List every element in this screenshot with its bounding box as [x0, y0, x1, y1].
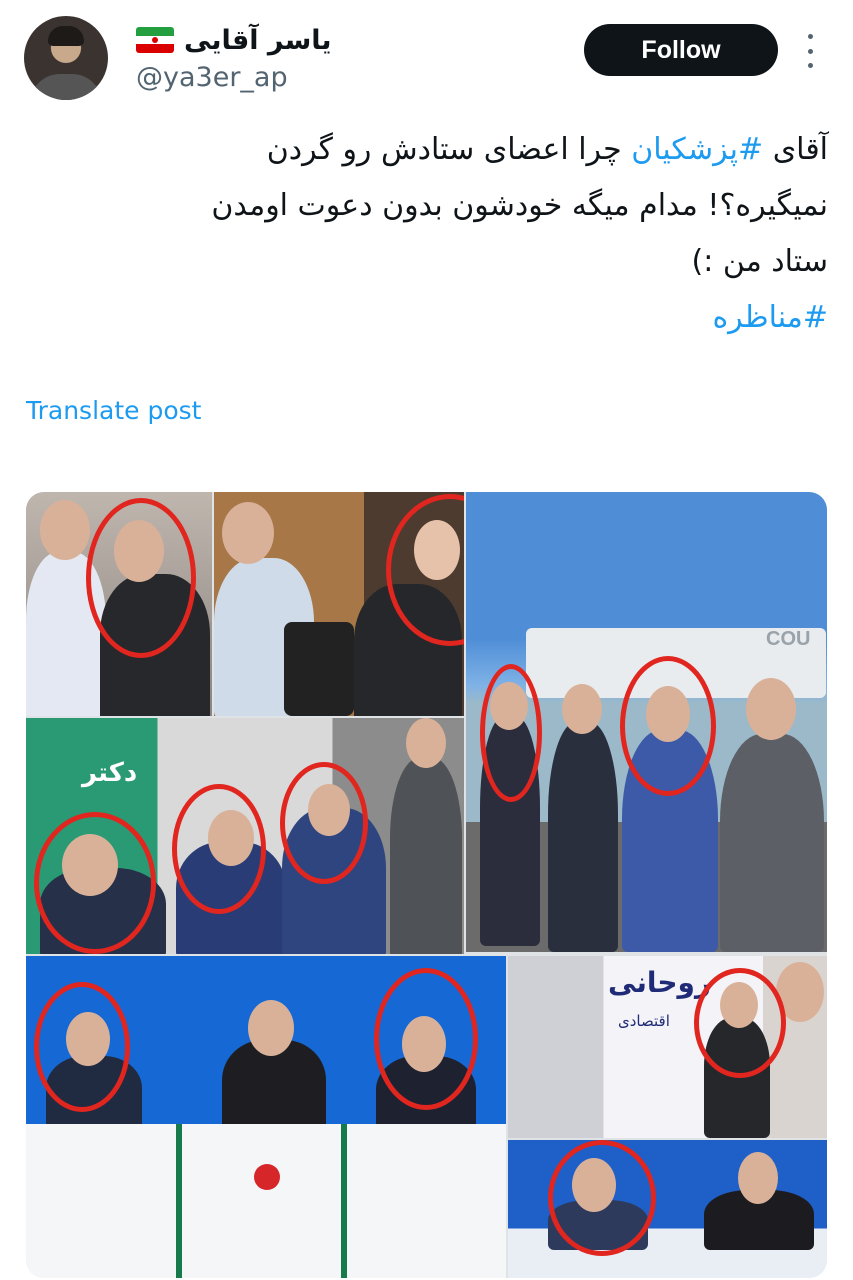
user-name-row[interactable]: یاسر آقایی	[136, 22, 332, 58]
photo-rouhani-event: روحانی اقتصادی	[508, 956, 827, 1138]
highlight-circle	[34, 982, 130, 1112]
photo-debate-seated	[508, 1140, 827, 1278]
follow-button[interactable]: Follow	[584, 24, 778, 76]
photo-bus-group: COU	[466, 492, 827, 952]
highlight-circle	[548, 1140, 656, 1256]
translate-post-link[interactable]: Translate post	[26, 396, 201, 425]
tweet-text-segment: آقای	[763, 132, 828, 167]
avatar-shirt	[30, 74, 102, 100]
avatar[interactable]	[24, 16, 108, 100]
tweet-line-2: نمیگیره؟! مدام میگه خودشون بدون دعوت اوم…	[211, 188, 828, 223]
tweet-line-3: ستاد من :)	[691, 244, 828, 279]
display-name[interactable]: یاسر آقایی	[184, 25, 332, 56]
banner-text: روحانی	[608, 966, 712, 999]
highlight-circle	[620, 656, 716, 796]
highlight-circle	[86, 498, 196, 658]
media-collage[interactable]: COU دکتر روحانی اقتصادی	[26, 492, 827, 1278]
photo-debate-stage	[26, 956, 506, 1278]
more-vertical-icon[interactable]	[798, 34, 822, 68]
highlight-circle	[480, 664, 542, 802]
tweet-text: آقای #پزشکیان چرا اعضای ستادش رو گردن نم…	[70, 122, 828, 346]
highlight-circle	[374, 968, 478, 1110]
bus-sign: COU	[766, 628, 811, 650]
photo-campaign-office: دکتر	[26, 718, 464, 954]
tweet-line-1: آقای #پزشکیان چرا اعضای ستادش رو گردن	[70, 122, 828, 178]
highlight-circle	[280, 762, 368, 884]
iran-flag-icon	[136, 27, 174, 53]
banner-text: اقتصادی	[618, 1012, 670, 1030]
highlight-circle	[34, 812, 156, 954]
hashtag-link[interactable]: #مناظره	[70, 290, 828, 346]
tweet-text-segment: چرا اعضای ستادش رو گردن	[266, 132, 632, 167]
user-handle[interactable]: @ya3er_ap	[136, 62, 288, 93]
photo-hug	[26, 492, 212, 716]
avatar-hair	[48, 26, 84, 46]
highlight-circle	[172, 784, 266, 914]
hashtag-link[interactable]: #پزشکیان	[631, 132, 763, 167]
highlight-circle	[694, 968, 786, 1078]
banner-text: دکتر	[82, 758, 138, 788]
photo-office	[214, 492, 464, 716]
